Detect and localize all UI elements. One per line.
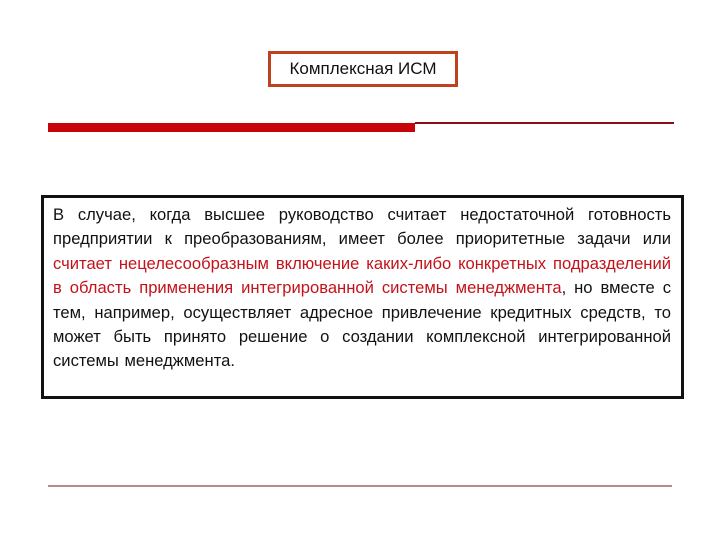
bottom-divider	[48, 485, 672, 487]
decorative-red-bar	[48, 123, 415, 132]
body-text-intro: В случае, когда высшее руководство счита…	[53, 205, 671, 249]
slide-title-box: Комплексная ИСМ	[268, 51, 458, 87]
body-paragraph: В случае, когда высшее руководство счита…	[53, 203, 671, 374]
content-box: В случае, когда высшее руководство счита…	[41, 195, 684, 399]
decorative-thin-line	[415, 122, 674, 124]
slide-title: Комплексная ИСМ	[289, 59, 437, 78]
